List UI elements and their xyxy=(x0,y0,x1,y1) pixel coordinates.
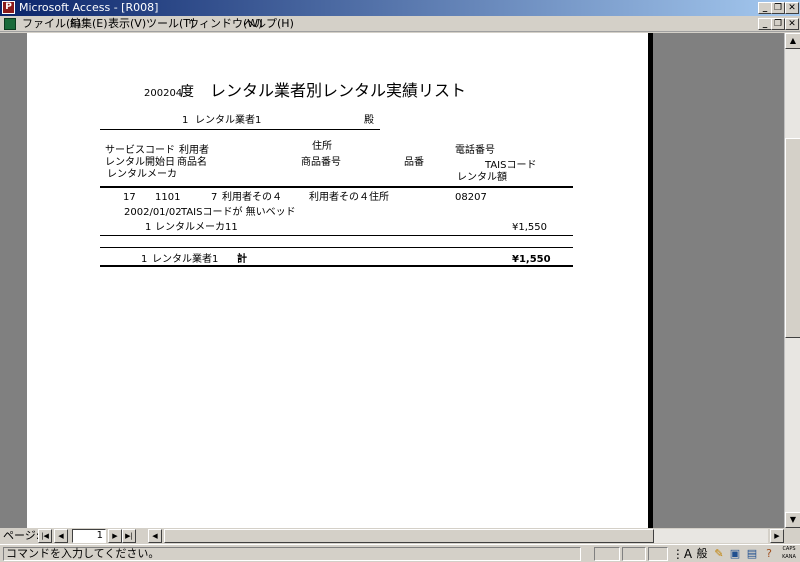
first-page-icon[interactable]: |◀ xyxy=(38,529,52,543)
ime-pad-icon[interactable]: ▤ xyxy=(745,546,759,562)
ime-tool-icon[interactable]: ▣ xyxy=(728,546,742,562)
row-product: TAISコードが 無いベッド xyxy=(181,207,296,218)
title-bar: P Microsoft Access - [R008] _ ❐ ✕ xyxy=(0,0,800,16)
ime-pen-icon[interactable]: ⋮A xyxy=(671,546,693,562)
status-message: コマンドを入力してください。 xyxy=(3,547,581,561)
doc-restore-icon[interactable]: ❐ xyxy=(771,18,785,30)
ime-help-icon[interactable]: ? xyxy=(762,546,776,562)
status-panel-3 xyxy=(648,547,668,561)
status-bar: コマンドを入力してください。 ⋮A 般 ✎ ▣ ▤ ? CAPS KANA xyxy=(0,544,800,562)
close-icon[interactable]: ✕ xyxy=(785,2,799,14)
report-title: レンタル業者別レンタル実績リスト xyxy=(210,81,467,100)
restore-icon[interactable]: ❐ xyxy=(771,2,785,14)
row-address: 利用者その４住所 xyxy=(309,192,389,203)
scroll-down-icon[interactable]: ▼ xyxy=(785,512,800,528)
status-panel-1 xyxy=(594,547,620,561)
header-product-name: 商品名 xyxy=(177,157,207,168)
report-year-suffix: 度 xyxy=(180,84,194,100)
vendor-number: 1 xyxy=(182,115,189,126)
row-amount: ¥1,550 xyxy=(512,222,547,233)
prev-page-icon[interactable]: ◀ xyxy=(54,529,68,543)
doc-minimize-icon[interactable]: _ xyxy=(758,18,772,30)
vertical-scroll-thumb[interactable] xyxy=(785,138,800,338)
kana-indicator: KANA xyxy=(782,554,796,560)
total-top-rule xyxy=(100,247,573,248)
scroll-up-icon[interactable]: ▲ xyxy=(785,33,800,49)
report-year: 200204 xyxy=(144,88,183,99)
menu-edit[interactable]: 編集(E) xyxy=(70,17,108,31)
window-title: Microsoft Access - [R008] xyxy=(19,1,159,14)
page-label: ページ: xyxy=(3,529,40,542)
header-product-number: 商品番号 xyxy=(301,157,341,168)
row-start-date: 2002/01/02 xyxy=(124,207,182,218)
header-service-code: サービスコード xyxy=(105,145,175,156)
header-rental-maker: レンタルメーカ xyxy=(107,169,177,180)
row-phone: 08207 xyxy=(455,192,487,203)
row-maker-number: 1 xyxy=(145,222,152,233)
ime-mode-indicator[interactable]: 般 xyxy=(695,546,709,562)
header-rental-start: レンタル開始日 xyxy=(105,157,175,168)
row-sub-code: 1101 xyxy=(155,192,181,203)
header-bottom-rule xyxy=(100,186,573,188)
header-address: 住所 xyxy=(312,141,332,152)
vertical-scrollbar[interactable]: ▲ ▼ xyxy=(784,33,800,528)
page-shadow xyxy=(648,33,653,528)
vendor-honorific: 殿 xyxy=(364,115,374,126)
report-preview-area: 200204 度 レンタル業者別レンタル実績リスト 1 レンタル業者1 殿 サー… xyxy=(0,33,784,528)
report-document-icon[interactable] xyxy=(4,18,16,30)
row-bottom-rule xyxy=(100,235,573,236)
row-service-code: 17 xyxy=(123,192,136,203)
record-navigation-bar: ページ: |◀ ◀ 1 ▶ ▶| ◀ ▶ xyxy=(0,528,800,544)
ime-dictionary-icon[interactable]: ✎ xyxy=(712,546,726,562)
menu-help[interactable]: ヘルプ(H) xyxy=(244,17,294,31)
last-page-icon[interactable]: ▶| xyxy=(122,529,136,543)
page-number-input[interactable]: 1 xyxy=(72,529,106,543)
total-bottom-rule xyxy=(100,265,573,267)
doc-close-icon[interactable]: ✕ xyxy=(785,18,799,30)
header-tais-code: TAISコード xyxy=(485,160,537,171)
vendor-underline xyxy=(100,129,380,130)
menu-view[interactable]: 表示(V) xyxy=(108,17,146,31)
header-item-number: 品番 xyxy=(404,157,424,168)
next-page-icon[interactable]: ▶ xyxy=(108,529,122,543)
row-maker-name: レンタルメーカ11 xyxy=(155,222,238,233)
row-user-number: 7 xyxy=(211,192,218,203)
horizontal-scroll-thumb[interactable] xyxy=(164,529,654,543)
scroll-left-icon[interactable]: ◀ xyxy=(148,529,162,543)
header-rental-amount: レンタル額 xyxy=(457,172,507,183)
row-user-name: 利用者その４ xyxy=(222,192,282,203)
header-phone: 電話番号 xyxy=(455,145,495,156)
header-user: 利用者 xyxy=(179,145,209,156)
status-panel-2 xyxy=(622,547,646,561)
vendor-name: レンタル業者1 xyxy=(195,115,262,126)
report-page: 200204 度 レンタル業者別レンタル実績リスト 1 レンタル業者1 殿 サー… xyxy=(27,33,648,528)
minimize-icon[interactable]: _ xyxy=(758,2,772,14)
access-app-icon[interactable]: P xyxy=(2,1,15,14)
menu-bar: ファイル(F) 編集(E) 表示(V) ツール(T) ウィンドウ(W) ヘルプ(… xyxy=(0,16,800,32)
scroll-right-icon[interactable]: ▶ xyxy=(770,529,784,543)
